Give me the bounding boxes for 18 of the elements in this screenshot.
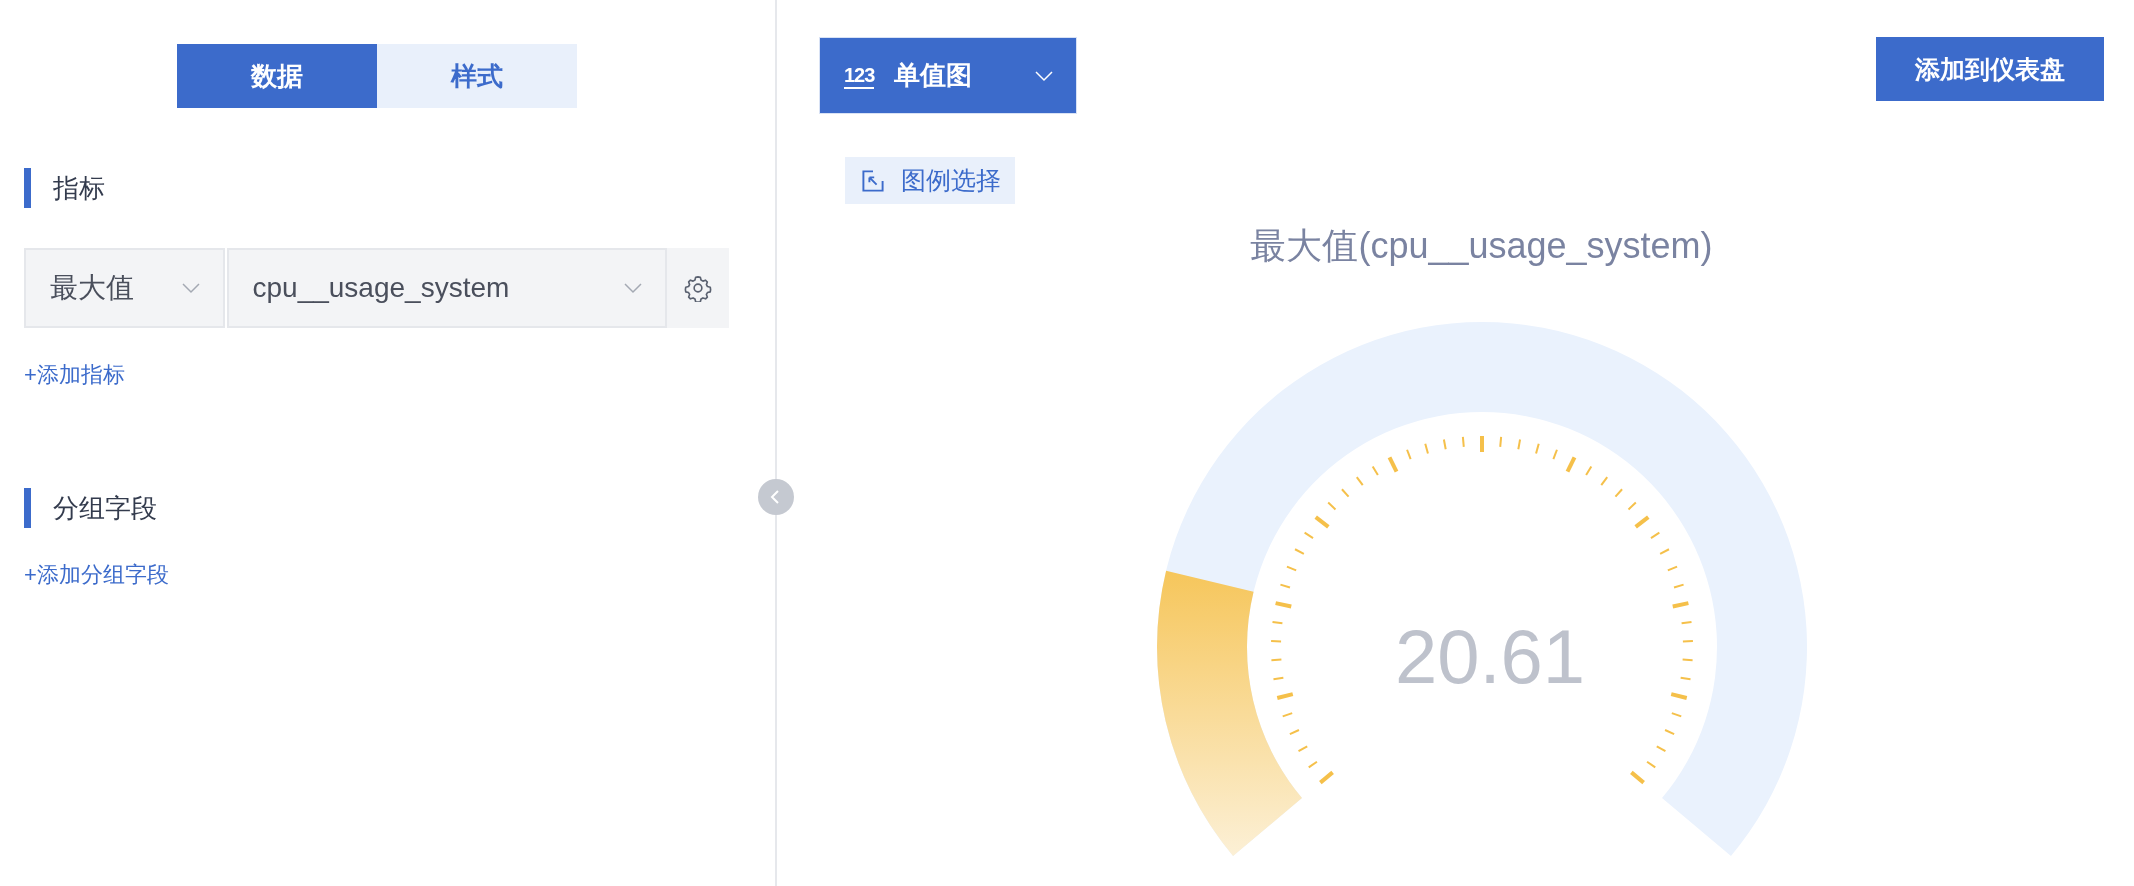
aggregation-select[interactable]: 最大值 <box>24 248 225 328</box>
caret-icon <box>180 282 201 294</box>
add-to-dashboard-button[interactable]: 添加到仪表盘 <box>1876 37 2104 101</box>
caret-icon <box>1034 69 1054 82</box>
caret-icon <box>623 282 644 294</box>
field-select[interactable]: cpu__usage_system <box>226 248 668 328</box>
cursor-box-icon <box>861 168 885 193</box>
add-metric-link[interactable]: +添加指标 <box>24 360 125 390</box>
tab[interactable]: 数据 <box>177 44 377 108</box>
legend-select-button[interactable]: 图例选择 <box>845 157 1015 204</box>
settings-icon <box>684 274 713 302</box>
settings-button[interactable] <box>667 248 729 328</box>
chart-type-dropdown[interactable]: 123 单值图 <box>819 37 1077 114</box>
tab[interactable]: 样式 <box>377 44 577 108</box>
gauge-value: 20.61 <box>1394 614 1585 699</box>
chart-title: 最大值(cpu__usage_system) <box>1249 224 1714 268</box>
add-group-field-link[interactable]: +添加分组字段 <box>24 560 169 590</box>
section-heading: 指标 <box>24 168 775 208</box>
